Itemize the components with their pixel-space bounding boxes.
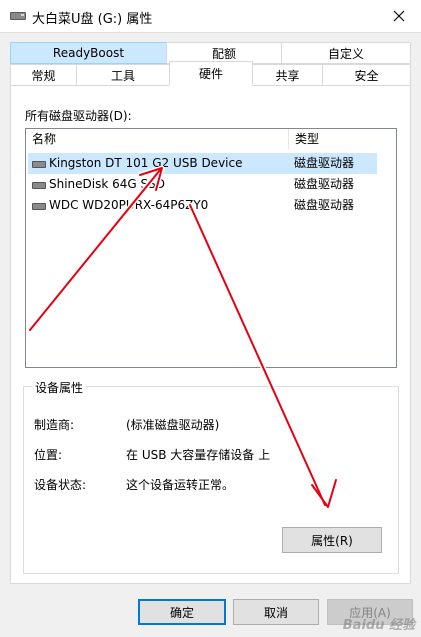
cancel-button[interactable]: 取消 <box>233 599 319 625</box>
drive-list[interactable]: 名称 类型 Kingston DT 101 G2 USB Device 磁盘驱动… <box>25 128 397 368</box>
tab-hardware[interactable]: 硬件 <box>169 61 253 86</box>
list-item[interactable]: WDC WD20PURX-64P6ZY0 磁盘驱动器 <box>28 195 377 216</box>
manufacturer-value: (标准磁盘驱动器) <box>126 418 220 432</box>
title-bar: 大白菜U盘 (G:) 属性 <box>0 0 421 33</box>
hardware-panel: 所有磁盘驱动器(D): 名称 类型 Kingston DT 101 G2 USB… <box>10 85 411 584</box>
location-value: 在 USB 大容量存储设备 上 <box>126 448 271 462</box>
list-header: 名称 类型 <box>26 129 396 149</box>
drive-type: 磁盘驱动器 <box>294 198 355 212</box>
group-title: 设备属性 <box>32 379 87 396</box>
manufacturer-label: 制造商: <box>34 418 75 432</box>
tab-readyboost[interactable]: ReadyBoost <box>10 42 167 64</box>
tab-sharing[interactable]: 共享 <box>252 64 323 86</box>
drives-label: 所有磁盘驱动器(D): <box>25 109 132 123</box>
drive-name: Kingston DT 101 G2 USB Device <box>49 156 243 170</box>
disk-drive-icon <box>32 182 46 189</box>
drive-name: ShineDisk 64G SSD <box>49 177 165 191</box>
list-item[interactable]: Kingston DT 101 G2 USB Device 磁盘驱动器 <box>28 153 377 174</box>
column-header-type[interactable]: 类型 <box>289 129 319 149</box>
drive-type: 磁盘驱动器 <box>294 177 355 191</box>
ok-button[interactable]: 确定 <box>138 599 226 625</box>
tab-customize[interactable]: 自定义 <box>281 42 411 64</box>
tab-general[interactable]: 常规 <box>10 64 77 86</box>
disk-drive-icon <box>32 203 46 210</box>
properties-button[interactable]: 属性(R) <box>282 527 382 553</box>
tab-tools[interactable]: 工具 <box>76 64 170 86</box>
close-button[interactable] <box>377 0 421 32</box>
disk-drive-icon <box>32 161 46 168</box>
drive-icon <box>10 12 26 20</box>
device-properties-group: 设备属性 制造商: (标准磁盘驱动器) 位置: 在 USB 大容量存储设备 上 … <box>23 379 399 574</box>
close-icon <box>393 10 405 22</box>
column-header-name[interactable]: 名称 <box>26 129 56 149</box>
drive-name: WDC WD20PURX-64P6ZY0 <box>49 198 209 212</box>
tab-security[interactable]: 安全 <box>322 64 411 86</box>
window-title: 大白菜U盘 (G:) 属性 <box>32 12 153 27</box>
watermark: Baidu 经验 <box>342 618 415 633</box>
location-label: 位置: <box>34 448 63 462</box>
drive-type: 磁盘驱动器 <box>294 156 355 170</box>
list-item[interactable]: ShineDisk 64G SSD 磁盘驱动器 <box>28 174 377 195</box>
status-value: 这个设备运转正常。 <box>126 478 235 492</box>
status-label: 设备状态: <box>34 478 87 492</box>
tab-row-bottom: 常规 工具 硬件 共享 安全 <box>10 61 411 86</box>
